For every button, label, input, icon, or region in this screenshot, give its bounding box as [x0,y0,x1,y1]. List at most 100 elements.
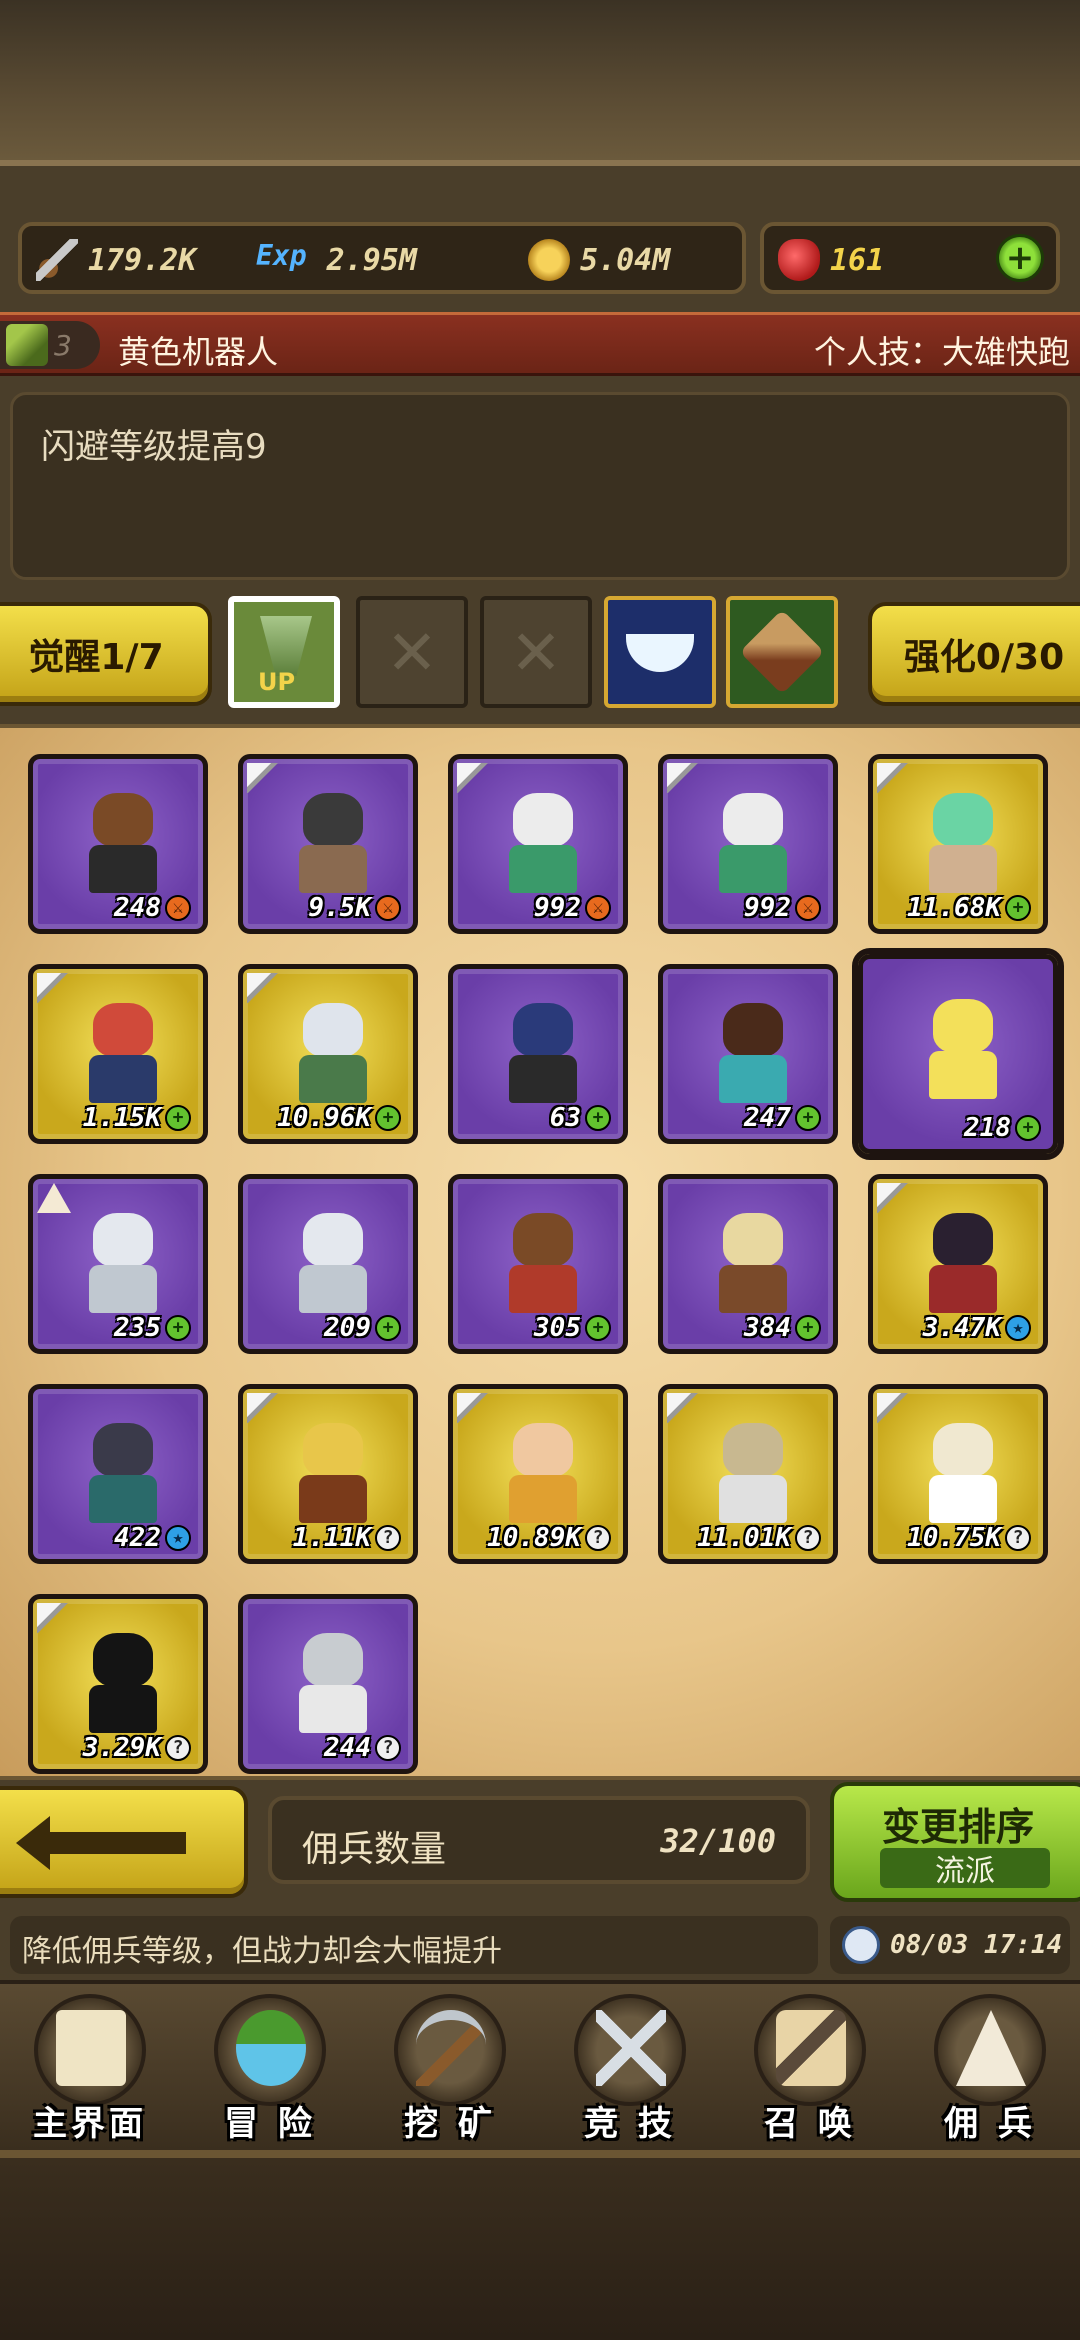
hero-description-panel: 闪避等级提高9 [10,392,1070,580]
status-badge-icon: + [585,1105,611,1131]
mercenary-card[interactable]: 384 + [658,1174,838,1354]
portrait-body [719,1055,787,1103]
portrait-body [89,1055,157,1103]
mercenary-card[interactable]: 218 + [852,948,1064,1160]
nav-summon[interactable]: 召 唤 [720,1984,900,2154]
awaken-button[interactable]: 觉醒1/7 [0,602,212,706]
mercenary-stat: 248 ⚔ [114,893,191,923]
mercenary-power: 9.5K [308,893,371,923]
equip-slot-empty-2[interactable] [480,596,592,708]
mercenary-card[interactable]: 422 ★ [28,1384,208,1564]
portrait-body [719,1265,787,1313]
mercenary-card[interactable]: 992 ⚔ [658,754,838,934]
equip-slot-tornado[interactable]: UP [228,596,340,708]
mercenary-card[interactable]: 248 ⚔ [28,754,208,934]
sword-icon [36,239,78,281]
equipped-sword-icon [457,1393,495,1423]
mercenary-card[interactable]: 209 + [238,1174,418,1354]
tent-marker-icon [37,1183,71,1213]
gem-value: 161 [830,242,885,278]
nav-adventure[interactable]: 冒 险 [180,1984,360,2154]
mercenary-card[interactable]: 11.68K + [868,754,1048,934]
status-badge-icon: ? [795,1525,821,1551]
mercenary-stat: 384 + [744,1313,821,1343]
mercenary-card[interactable]: 244? [238,1594,418,1774]
portrait-head [933,1213,993,1267]
hero-level-badge: 3 [0,321,100,369]
mercenary-card[interactable]: 305 + [448,1174,628,1354]
mercenary-card[interactable]: 247 + [658,964,838,1144]
exp-icon: Exp [256,239,307,272]
portrait-body [299,1475,367,1523]
equip-slot-scroll[interactable] [726,596,838,708]
equip-slot-bowl[interactable] [604,596,716,708]
mercenary-card[interactable]: 11.01K? [658,1384,838,1564]
adventure-icon [236,2010,306,2086]
mercenary-portrait [705,1417,801,1527]
mercenary-power: 305 [534,1313,581,1343]
mercenary-stat: 9.5K ⚔ [308,893,401,923]
status-badge-icon: ⚔ [375,895,401,921]
status-badge-icon: + [375,1315,401,1341]
portrait-body [89,1685,157,1733]
status-badge-icon: + [795,1315,821,1341]
equip-slot-empty-1[interactable] [356,596,468,708]
mercenary-stat: 992 ⚔ [744,893,821,923]
mercenary-card[interactable]: 63 + [448,964,628,1144]
nav-mercenary[interactable]: 佣 兵 [900,1984,1080,2154]
mercenary-power: 1.15K [82,1103,161,1133]
mercenary-power: 209 [324,1313,371,1343]
mercenary-power: 218 [964,1113,1011,1143]
nav-main[interactable]: 主界面 [0,1984,180,2154]
mercenary-power: 992 [744,893,791,923]
mercenary-power: 10.96K [277,1103,371,1133]
mercenary-power: 247 [744,1103,791,1133]
portrait-head [723,1213,783,1267]
portrait-head [93,1633,153,1687]
tornado-icon [260,616,312,676]
portrait-head [513,793,573,847]
back-arrow-shaft [36,1832,186,1854]
mercenary-portrait [915,1417,1011,1527]
mercenary-card[interactable]: 992 ⚔ [448,754,628,934]
mercenary-card[interactable]: 9.5K ⚔ [238,754,418,934]
mercenary-card[interactable]: 10.89K? [448,1384,628,1564]
status-badge-icon: + [375,1105,401,1131]
portrait-body [89,1265,157,1313]
portrait-head [93,1003,153,1057]
mercenary-card[interactable]: 3.47K ★ [868,1174,1048,1354]
add-gems-button[interactable]: + [996,234,1044,282]
back-button[interactable] [0,1786,248,1898]
mercenary-card[interactable]: 1.15K + [28,964,208,1144]
mercenary-portrait [495,1417,591,1527]
nav-arena[interactable]: 竞 技 [540,1984,720,2154]
mercenary-portrait [495,997,591,1107]
equipped-sword-icon [37,1603,75,1633]
scroll-bundle-icon [739,609,825,695]
mercenary-portrait [285,1627,381,1737]
status-badge-icon: ? [165,1735,191,1761]
mercenary-card[interactable]: 1.11K? [238,1384,418,1564]
change-sort-button[interactable]: 变更排序 流派 [830,1782,1080,1902]
mercenary-card[interactable]: 10.75K? [868,1384,1048,1564]
nav-mining[interactable]: 挖 矿 [360,1984,540,2154]
mercenary-power: 10.89K [487,1523,581,1553]
sort-mode: 流派 [880,1848,1050,1889]
portrait-head [303,1423,363,1477]
gold-coin-icon [528,239,570,281]
datetime: 08/03 17:14 [890,1930,1063,1960]
mercenary-portrait [705,787,801,897]
hero-name-bar: 3 黄色机器人 个人技：大雄快跑 [0,312,1080,376]
mercenary-power: 235 [114,1313,161,1343]
mercenary-portrait [915,1207,1011,1317]
upgrade-button[interactable]: 强化0/30 [868,602,1080,706]
mercenary-portrait [75,1207,171,1317]
portrait-head [93,1213,153,1267]
mercenary-card[interactable]: 3.29K? [28,1594,208,1774]
mercenary-portrait [75,997,171,1107]
mercenary-card[interactable]: 235 + [28,1174,208,1354]
status-badge-icon: + [795,1105,821,1131]
mercenary-stat: 10.89K? [487,1523,611,1553]
mercenary-power: 384 [744,1313,791,1343]
mercenary-card[interactable]: 10.96K + [238,964,418,1144]
